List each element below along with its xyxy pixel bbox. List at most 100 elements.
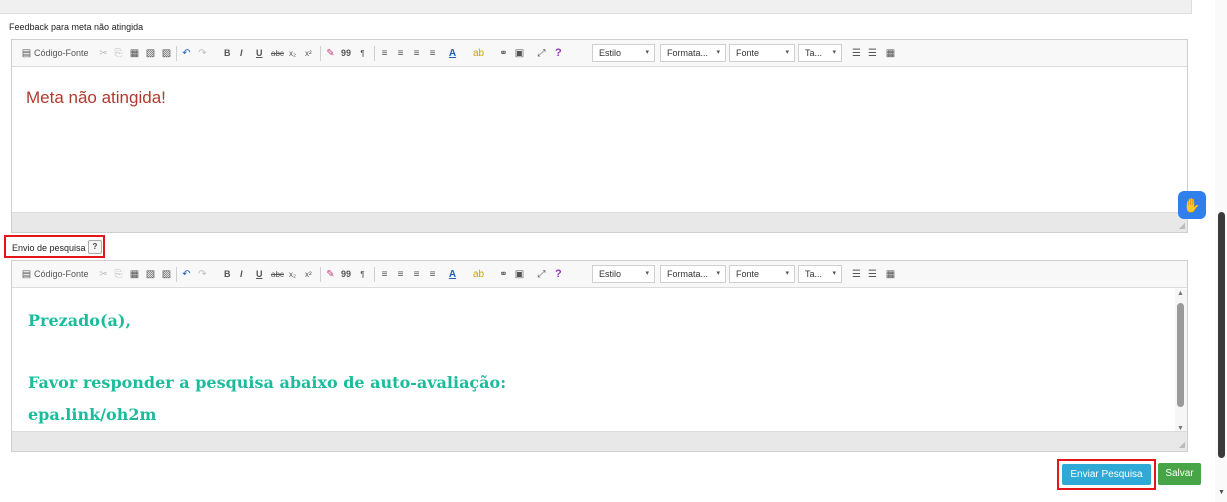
paste-icon[interactable]: ▦ xyxy=(128,47,141,60)
background-color-icon[interactable]: ab xyxy=(472,47,485,60)
page-scrollbar[interactable]: ▼ xyxy=(1215,0,1227,502)
style-select[interactable]: Estilo ▾ xyxy=(592,44,655,62)
maximize-icon[interactable]: ⤢ xyxy=(535,47,548,60)
format-select[interactable]: Formata... ▾ xyxy=(660,265,726,283)
text-color-icon[interactable]: A xyxy=(446,268,459,281)
image-icon[interactable]: ▣ xyxy=(513,268,526,281)
envio-help-button[interactable]: ? xyxy=(88,240,102,254)
bulleted-list-icon[interactable]: ☰ xyxy=(866,47,879,60)
align-left-icon[interactable]: ≡ xyxy=(378,47,391,60)
feedback-editor[interactable]: ▤ Código-Fonte ✂ ⎘ ▦ ▧ ▨ ↶ ↷ B I U abc x… xyxy=(11,39,1188,233)
bidi-icon[interactable]: ¶ xyxy=(356,47,369,60)
envio-section-label: Envio de pesquisa xyxy=(12,243,86,253)
bidi-icon[interactable]: ¶ xyxy=(356,268,369,281)
quote-button[interactable]: 99 xyxy=(341,47,351,60)
subscript-button[interactable]: x₂ xyxy=(289,268,296,281)
align-center-icon[interactable]: ≡ xyxy=(394,47,407,60)
size-select[interactable]: Ta... ▾ xyxy=(798,44,842,62)
page-scrollbar-thumb[interactable] xyxy=(1218,212,1225,458)
superscript-button[interactable]: x² xyxy=(305,268,312,281)
chevron-down-icon: ▾ xyxy=(645,270,649,277)
maximize-icon[interactable]: ⤢ xyxy=(535,268,548,281)
envio-section-label-highlight: Envio de pesquisa ? xyxy=(4,235,105,258)
redo-icon[interactable]: ↷ xyxy=(196,268,209,281)
align-right-icon[interactable]: ≡ xyxy=(410,47,423,60)
link-icon[interactable]: ⚭ xyxy=(497,268,510,281)
feedback-section-label: Feedback para meta não atingida xyxy=(9,22,144,32)
align-right-icon[interactable]: ≡ xyxy=(410,268,423,281)
image-icon[interactable]: ▣ xyxy=(513,47,526,60)
save-button[interactable]: Salvar xyxy=(1158,463,1201,485)
cut-icon[interactable]: ✂ xyxy=(97,47,110,60)
align-justify-icon[interactable]: ≡ xyxy=(426,47,439,60)
previous-editor-bottom xyxy=(0,0,1192,14)
redo-icon[interactable]: ↷ xyxy=(196,47,209,60)
underline-button[interactable]: U xyxy=(256,268,263,281)
paste-icon[interactable]: ▦ xyxy=(128,268,141,281)
resize-handle-icon[interactable]: ◢ xyxy=(1179,440,1185,449)
subscript-button[interactable]: x₂ xyxy=(289,47,296,60)
undo-icon[interactable]: ↶ xyxy=(180,268,193,281)
bulleted-list-icon[interactable]: ☰ xyxy=(866,268,879,281)
editor-content[interactable]: Prezado(a), Favor responder a pesquisa a… xyxy=(12,289,1187,433)
source-code-button[interactable]: Código-Fonte xyxy=(34,268,89,281)
toolbar-separator xyxy=(320,46,321,61)
background-color-icon[interactable]: ab xyxy=(472,268,485,281)
table-icon[interactable]: ▦ xyxy=(884,268,897,281)
chevron-down-icon: ▾ xyxy=(832,270,836,277)
underline-button[interactable]: U xyxy=(256,47,263,60)
remove-format-icon[interactable]: ✎ xyxy=(324,268,337,281)
help-button[interactable]: ? xyxy=(555,268,562,281)
italic-button[interactable]: I xyxy=(240,47,243,60)
editor-scrollbar-thumb[interactable] xyxy=(1177,303,1184,407)
paste-word-icon[interactable]: ▨ xyxy=(160,268,173,281)
scroll-up-icon[interactable]: ▲ xyxy=(1177,290,1184,297)
send-survey-button[interactable]: Enviar Pesquisa xyxy=(1062,464,1151,485)
survey-editor[interactable]: ▤ Código-Fonte ✂ ⎘ ▦ ▧ ▨ ↶ ↷ B I U abc x… xyxy=(11,260,1188,452)
undo-icon[interactable]: ↶ xyxy=(180,47,193,60)
paste-text-icon[interactable]: ▧ xyxy=(144,268,157,281)
scroll-down-icon[interactable]: ▼ xyxy=(1218,489,1225,496)
numbered-list-icon[interactable]: ☰ xyxy=(850,268,863,281)
chevron-down-icon: ▾ xyxy=(716,49,720,56)
italic-button[interactable]: I xyxy=(240,268,243,281)
help-button[interactable]: ? xyxy=(555,47,562,60)
paste-text-icon[interactable]: ▧ xyxy=(144,47,157,60)
paste-word-icon[interactable]: ▨ xyxy=(160,47,173,60)
align-center-icon[interactable]: ≡ xyxy=(394,268,407,281)
numbered-list-icon[interactable]: ☰ xyxy=(850,47,863,60)
table-icon[interactable]: ▦ xyxy=(884,47,897,60)
strike-button[interactable]: abc xyxy=(271,47,284,60)
editor-content[interactable]: Meta não atingida! xyxy=(12,68,1187,213)
strike-button[interactable]: abc xyxy=(271,268,284,281)
style-select[interactable]: Estilo ▾ xyxy=(592,265,655,283)
remove-format-icon[interactable]: ✎ xyxy=(324,47,337,60)
source-code-icon[interactable]: ▤ xyxy=(20,47,33,60)
font-select[interactable]: Fonte ▾ xyxy=(729,265,795,283)
superscript-button[interactable]: x² xyxy=(305,47,312,60)
align-left-icon[interactable]: ≡ xyxy=(378,268,391,281)
font-select[interactable]: Fonte ▾ xyxy=(729,44,795,62)
survey-greeting-text: Prezado(a), xyxy=(28,311,132,330)
cut-icon[interactable]: ✂ xyxy=(97,268,110,281)
editor-scrollbar[interactable]: ▲ ▼ xyxy=(1175,289,1187,433)
source-code-button[interactable]: Código-Fonte xyxy=(34,47,89,60)
chevron-down-icon: ▾ xyxy=(645,49,649,56)
toolbar-separator xyxy=(176,267,177,282)
copy-icon[interactable]: ⎘ xyxy=(112,268,125,281)
format-select[interactable]: Formata... ▾ xyxy=(660,44,726,62)
text-color-icon[interactable]: A xyxy=(446,47,459,60)
source-code-icon[interactable]: ▤ xyxy=(20,268,33,281)
quote-button[interactable]: 99 xyxy=(341,268,351,281)
size-select[interactable]: Ta... ▾ xyxy=(798,265,842,283)
bold-button[interactable]: B xyxy=(224,47,231,60)
sign-language-accessibility-icon[interactable]: ✋ xyxy=(1178,191,1206,219)
resize-handle-icon[interactable]: ◢ xyxy=(1179,221,1185,230)
editor-toolbar: ▤ Código-Fonte ✂ ⎘ ▦ ▧ ▨ ↶ ↷ B I U abc x… xyxy=(12,40,1187,67)
chevron-down-icon: ▾ xyxy=(832,49,836,56)
copy-icon[interactable]: ⎘ xyxy=(112,47,125,60)
link-icon[interactable]: ⚭ xyxy=(497,47,510,60)
chevron-down-icon: ▾ xyxy=(785,49,789,56)
align-justify-icon[interactable]: ≡ xyxy=(426,268,439,281)
bold-button[interactable]: B xyxy=(224,268,231,281)
